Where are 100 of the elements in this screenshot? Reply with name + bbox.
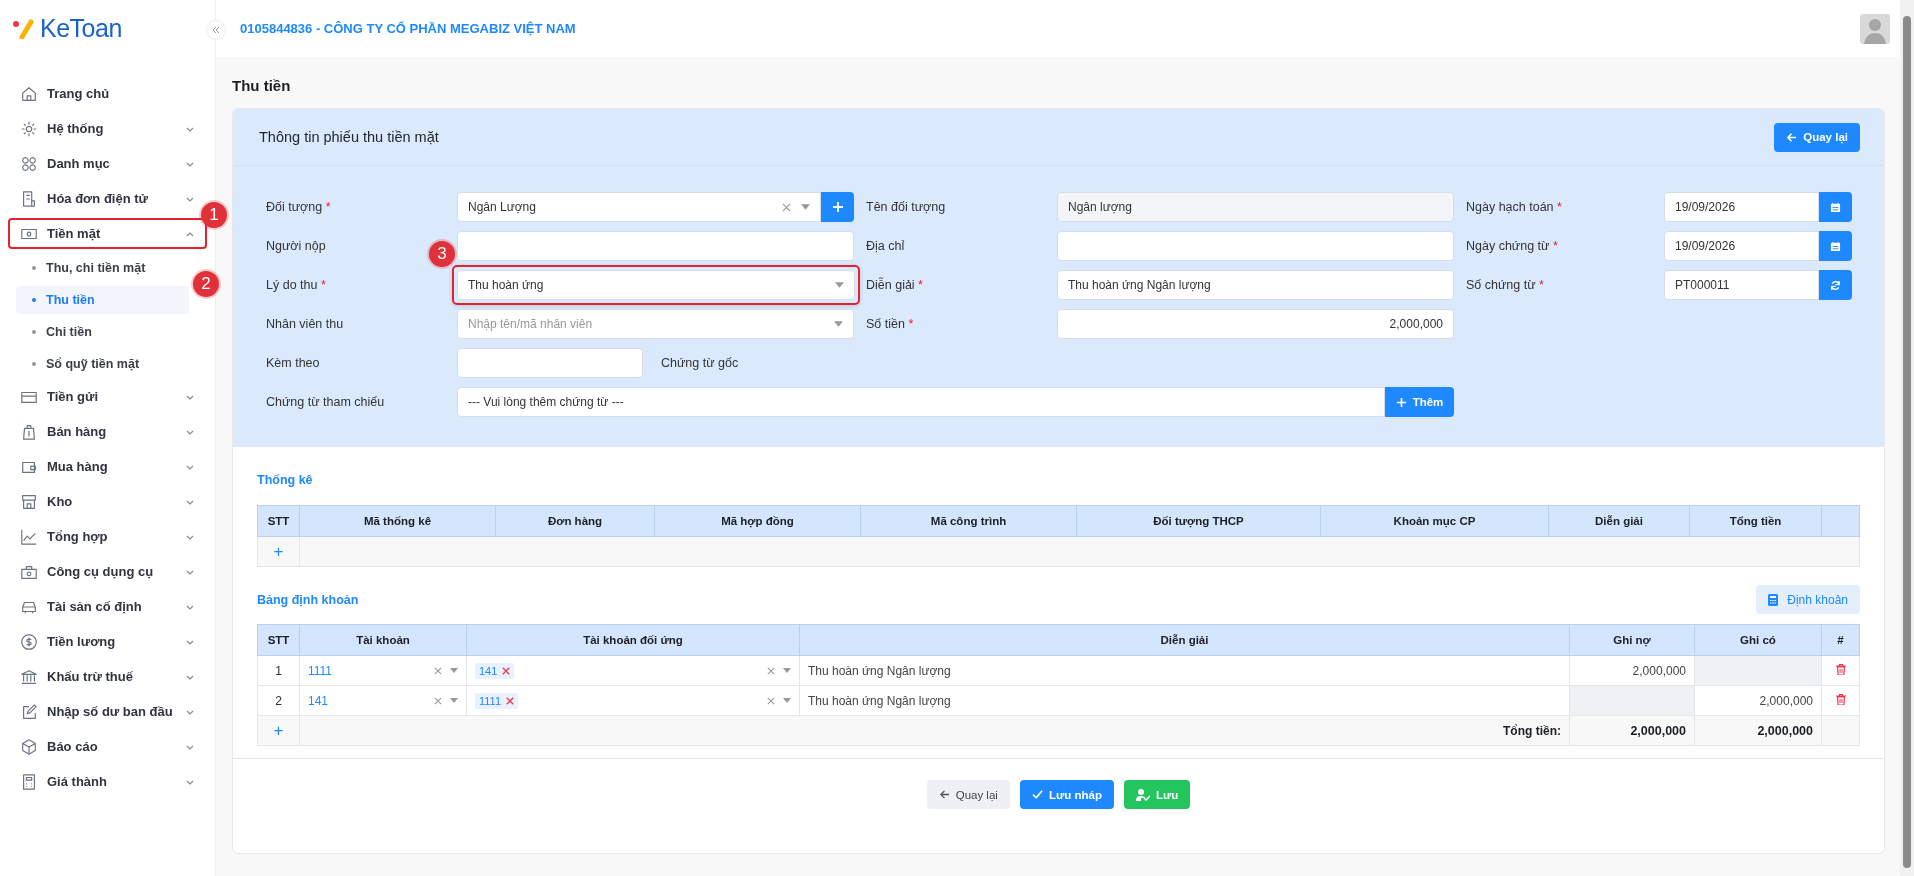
edit-icon <box>20 702 38 721</box>
sidebar-item[interactable]: Tiền gửi <box>8 381 207 412</box>
company-name: 0105844836 - CÔNG TY CỔ PHẦN MEGABIZ VIỆT NAM <box>240 21 576 36</box>
sidebar-item[interactable]: Tổng hợp <box>8 521 207 552</box>
input-field[interactable]: Ngân lượng <box>1057 192 1454 222</box>
input-field[interactable]: 19/09/2026 <box>1664 192 1819 222</box>
field-label: Diễn giải * <box>866 278 923 292</box>
input-field[interactable]: Thu hoàn ứng Ngân lượng <box>1057 270 1454 300</box>
refresh-button[interactable] <box>1819 270 1852 300</box>
caret-icon <box>783 668 791 673</box>
sidebar-item[interactable]: Bán hàng <box>8 416 207 447</box>
amount-cell: 2,000,000 <box>1632 663 1686 678</box>
select-field[interactable]: --- Vui lòng thêm chứng từ --- <box>457 387 1385 417</box>
trash-icon[interactable] <box>1835 663 1846 675</box>
column-header: Diễn giải <box>1548 505 1690 537</box>
select-field[interactable]: Thu hoàn ứng <box>457 270 855 300</box>
refresh-icon <box>1830 279 1841 291</box>
back-button[interactable]: Quay lại <box>926 780 1010 809</box>
arrow-left-icon <box>938 789 950 800</box>
column-header: STT <box>257 505 300 537</box>
field-label: Tên đối tượng <box>866 200 946 214</box>
calendar-button[interactable] <box>1819 192 1852 222</box>
field-label: Địa chỉ <box>866 239 905 253</box>
input-field[interactable] <box>1057 231 1454 261</box>
caret-icon <box>450 698 458 703</box>
bank-icon <box>20 667 38 686</box>
calendar-button[interactable] <box>1819 231 1852 261</box>
column-header: # <box>1821 624 1860 656</box>
column-header: Tài khoản đối ứng <box>466 624 800 656</box>
sidebar-item[interactable]: Trang chủ <box>8 78 207 109</box>
chart-icon <box>20 527 38 546</box>
clear-icon[interactable] <box>767 696 775 705</box>
field-label: Ngày hạch toán * <box>1466 200 1562 214</box>
sidebar-item[interactable]: Mua hàng <box>8 451 207 482</box>
step-badge: 2 <box>193 271 219 297</box>
column-header: Mã hợp đồng <box>654 505 861 537</box>
page-title: Thu tiền <box>232 77 292 94</box>
document-icon <box>20 189 38 208</box>
plus-icon <box>1395 396 1407 408</box>
calculator-icon <box>1768 593 1779 606</box>
column-header: Diễn giải <box>799 624 1570 656</box>
input-field[interactable] <box>457 348 643 378</box>
clear-icon[interactable] <box>434 666 442 675</box>
sidebar-subitem[interactable]: Thu, chi tiền mặt <box>16 254 189 282</box>
input-field[interactable]: 2,000,000 <box>1057 309 1454 339</box>
sidebar-item[interactable]: Giá thành <box>8 766 207 797</box>
avatar-icon[interactable] <box>1860 13 1890 44</box>
scrollbar[interactable] <box>1900 0 1914 876</box>
caret-icon <box>835 282 844 288</box>
input-field[interactable] <box>457 231 854 261</box>
bag-icon <box>20 422 38 441</box>
field-label: Số chứng từ * <box>1466 278 1544 292</box>
sidebar-item[interactable]: Công cụ dụng cụ <box>8 556 207 587</box>
sidebar-item[interactable]: Tiền mặt <box>8 218 207 249</box>
sidebar-subitem[interactable]: Thu tiền <box>16 286 189 314</box>
account-tag: 141 <box>475 662 515 679</box>
plus-icon <box>831 201 844 213</box>
sidebar-item[interactable]: Kho <box>8 486 207 517</box>
column-header: Đơn hàng <box>495 505 655 537</box>
amount-cell: 2,000,000 <box>1759 693 1813 708</box>
logo-text: KeToan <box>40 14 122 43</box>
sidebar-item[interactable]: Tài sản cố định <box>8 591 207 622</box>
column-header: STT <box>257 624 300 656</box>
total-value: 2,000,000 <box>1757 723 1813 738</box>
field-label: Đối tượng * <box>266 200 331 214</box>
section-title: Bảng định khoản <box>257 592 359 607</box>
remove-icon[interactable] <box>506 696 515 705</box>
sidebar-item[interactable]: Báo cáo <box>8 731 207 762</box>
clear-icon[interactable] <box>434 696 442 705</box>
sidebar-item[interactable]: Tiền lương <box>8 626 207 657</box>
clear-icon[interactable] <box>782 202 791 212</box>
add-button[interactable] <box>821 192 854 222</box>
field-label: Chứng từ tham chiếu <box>266 395 385 409</box>
sidebar-item[interactable]: Hệ thống <box>8 113 207 144</box>
field-label: Kèm theo <box>266 356 320 370</box>
row-number: 2 <box>275 693 282 708</box>
sidebar-item[interactable]: Danh mục <box>8 148 207 179</box>
sidebar-item[interactable]: Khấu trừ thuế <box>8 661 207 692</box>
input-field[interactable]: 19/09/2026 <box>1664 231 1819 261</box>
sidebar-subitem[interactable]: Chi tiền <box>16 318 189 346</box>
clear-icon[interactable] <box>767 666 775 675</box>
double-chevron-icon <box>211 25 221 35</box>
table-cell: Thu hoàn ứng Ngân lượng <box>808 693 951 708</box>
row-number: 1 <box>275 663 282 678</box>
input-field[interactable]: PT000011 <box>1664 270 1819 300</box>
calculator-icon <box>20 772 38 791</box>
caret-icon <box>450 668 458 673</box>
caret-icon <box>783 698 791 703</box>
table-cell: Thu hoàn ứng Ngân lượng <box>808 663 951 678</box>
field-label: Lý do thu * <box>266 278 326 292</box>
trash-icon[interactable] <box>1835 693 1846 705</box>
field-label: Ngày chứng từ * <box>1466 239 1558 253</box>
select-field[interactable]: Ngân Lượng <box>457 192 821 222</box>
column-header: Mã công trình <box>860 505 1077 537</box>
sidebar-subitem[interactable]: Sổ quỹ tiền mặt <box>16 350 189 378</box>
remove-icon[interactable] <box>502 666 511 675</box>
total-label: Tổng tiền: <box>1503 723 1561 738</box>
sidebar-item[interactable]: Nhập số dư ban đầu <box>8 696 207 727</box>
calendar-icon <box>1830 201 1841 213</box>
step-badge: 1 <box>201 202 227 228</box>
